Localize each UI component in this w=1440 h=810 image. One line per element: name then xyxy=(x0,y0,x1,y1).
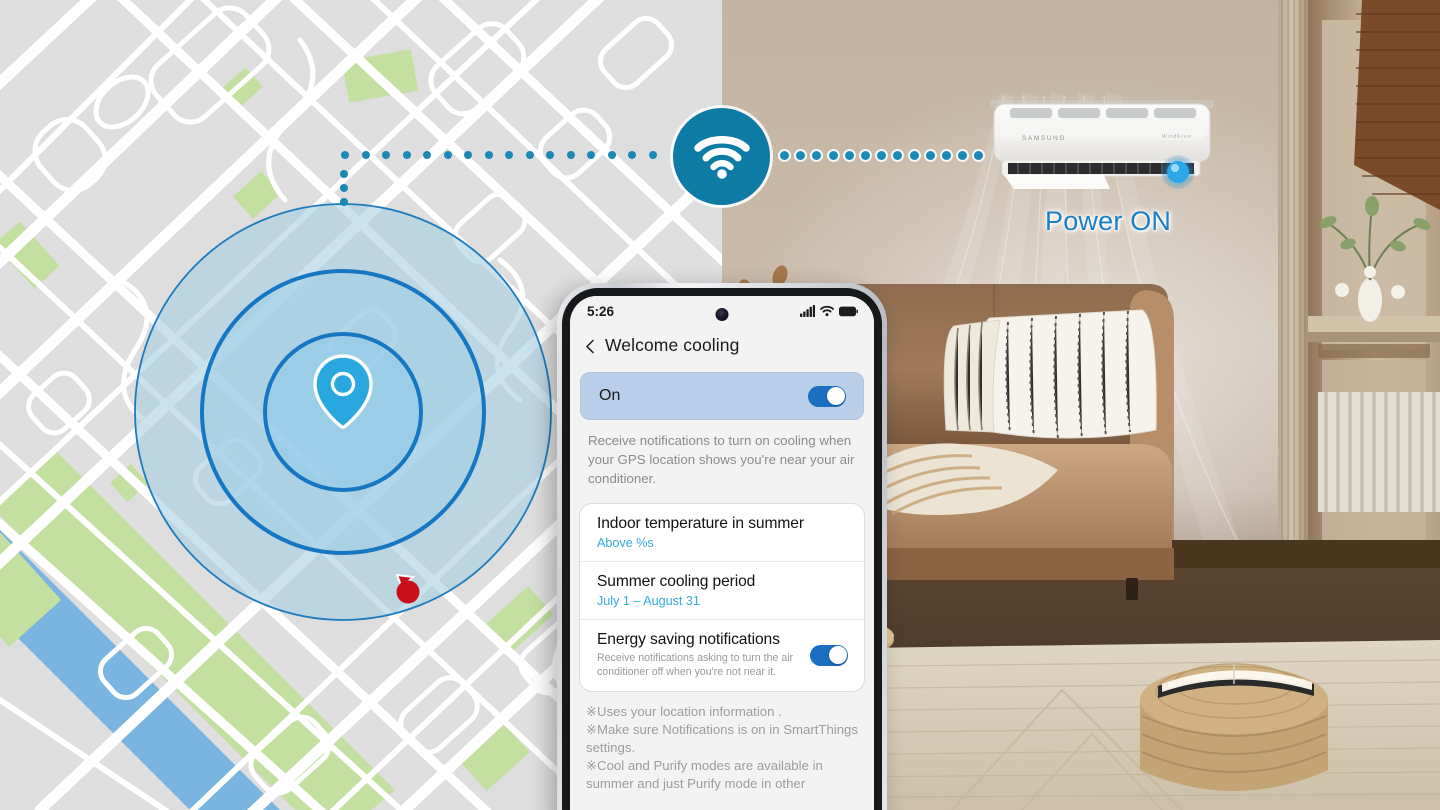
connection-dot xyxy=(566,151,575,159)
connection-dot xyxy=(587,151,595,159)
connection-dot xyxy=(780,151,789,160)
power-on-label: Power ON xyxy=(1045,206,1172,236)
footnote-item: ※Make sure Notifications is on in SmartT… xyxy=(586,721,862,755)
connection-dot xyxy=(861,151,870,160)
list-item-value: Above %s xyxy=(597,535,654,550)
connection-dot xyxy=(925,151,935,160)
window-and-curtain xyxy=(1278,0,1440,600)
connection-dot xyxy=(402,151,411,159)
connection-dot xyxy=(340,170,348,178)
phone-mockup: 5:26 Welcome cooling On Receive notifica… xyxy=(557,283,887,810)
back-button[interactable] xyxy=(584,339,597,353)
connection-dot xyxy=(382,151,390,159)
switch-knob xyxy=(826,387,845,405)
page-title: Welcome cooling xyxy=(605,334,740,355)
energy-saving-switch[interactable] xyxy=(810,644,848,666)
list-item-value: July 1 – August 31 xyxy=(597,593,700,608)
list-item-summer-cooling-period[interactable]: Summer cooling period July 1 – August 31 xyxy=(580,560,864,619)
footnotes: ※Uses your location information . ※Make … xyxy=(570,691,874,800)
list-item-title: Indoor temperature in summer xyxy=(597,514,804,532)
connection-dot xyxy=(909,151,919,160)
connection-dot xyxy=(340,184,348,192)
connection-dot xyxy=(361,151,370,159)
connection-dot xyxy=(484,151,493,159)
welcome-cooling-switch[interactable] xyxy=(808,385,846,407)
connection-dot xyxy=(546,151,554,159)
wifi-icon xyxy=(673,108,770,205)
settings-list: Indoor temperature in summer Above %s Su… xyxy=(579,502,865,692)
screenshot-root: SAMSUNG WindFree Power ON 5:26 Welcome c… xyxy=(0,0,1440,810)
connection-dot xyxy=(525,151,534,159)
footnote-item: ※Uses your location information . xyxy=(586,703,782,719)
connection-dot xyxy=(423,151,431,159)
connection-dot xyxy=(942,151,951,160)
connection-dot xyxy=(628,151,636,159)
connection-dot xyxy=(340,198,348,206)
front-camera-icon xyxy=(715,308,729,321)
list-item-indoor-temperature[interactable]: Indoor temperature in summer Above %s xyxy=(580,504,864,561)
connection-dot xyxy=(443,151,452,159)
connection-dot xyxy=(607,151,616,159)
list-item-title: Summer cooling period xyxy=(597,572,756,590)
status-bar-time: 5:26 xyxy=(587,303,615,319)
connection-dot xyxy=(844,151,854,160)
welcome-cooling-toggle-row[interactable]: On xyxy=(580,372,864,420)
connection-dot xyxy=(341,151,349,159)
phone-screen[interactable]: 5:26 Welcome cooling On Receive notifica… xyxy=(570,296,874,810)
list-item-energy-saving-notifications[interactable]: Energy saving notifications Receive noti… xyxy=(580,618,864,691)
list-item-subtitle: Receive notifications asking to turn the… xyxy=(597,651,794,678)
list-item-title: Energy saving notifications xyxy=(597,630,780,648)
signal-icon xyxy=(800,305,815,317)
svg-text:WindFree: WindFree xyxy=(1162,134,1192,140)
connection-dot xyxy=(648,151,657,159)
connection-dot xyxy=(505,151,513,159)
app-bar: Welcome cooling xyxy=(570,326,874,364)
wifi-glyph xyxy=(693,135,750,179)
ac-brand-text: SAMSUNG xyxy=(1022,135,1066,142)
switch-knob xyxy=(828,646,847,665)
wifi-status-icon xyxy=(820,305,834,317)
feature-description: Receive notifications to turn on cooling… xyxy=(570,420,874,503)
chevron-left-icon xyxy=(586,339,594,353)
toggle-label: On xyxy=(599,387,621,404)
footnote-item: ※Cool and Purify modes are available in … xyxy=(586,758,827,792)
connection-dot xyxy=(464,151,472,159)
battery-icon xyxy=(839,306,858,316)
air-conditioner-graphic: SAMSUNG WindFree xyxy=(990,100,1214,189)
connection-dot xyxy=(828,151,838,160)
pouf-and-book-graphic xyxy=(1140,663,1328,791)
